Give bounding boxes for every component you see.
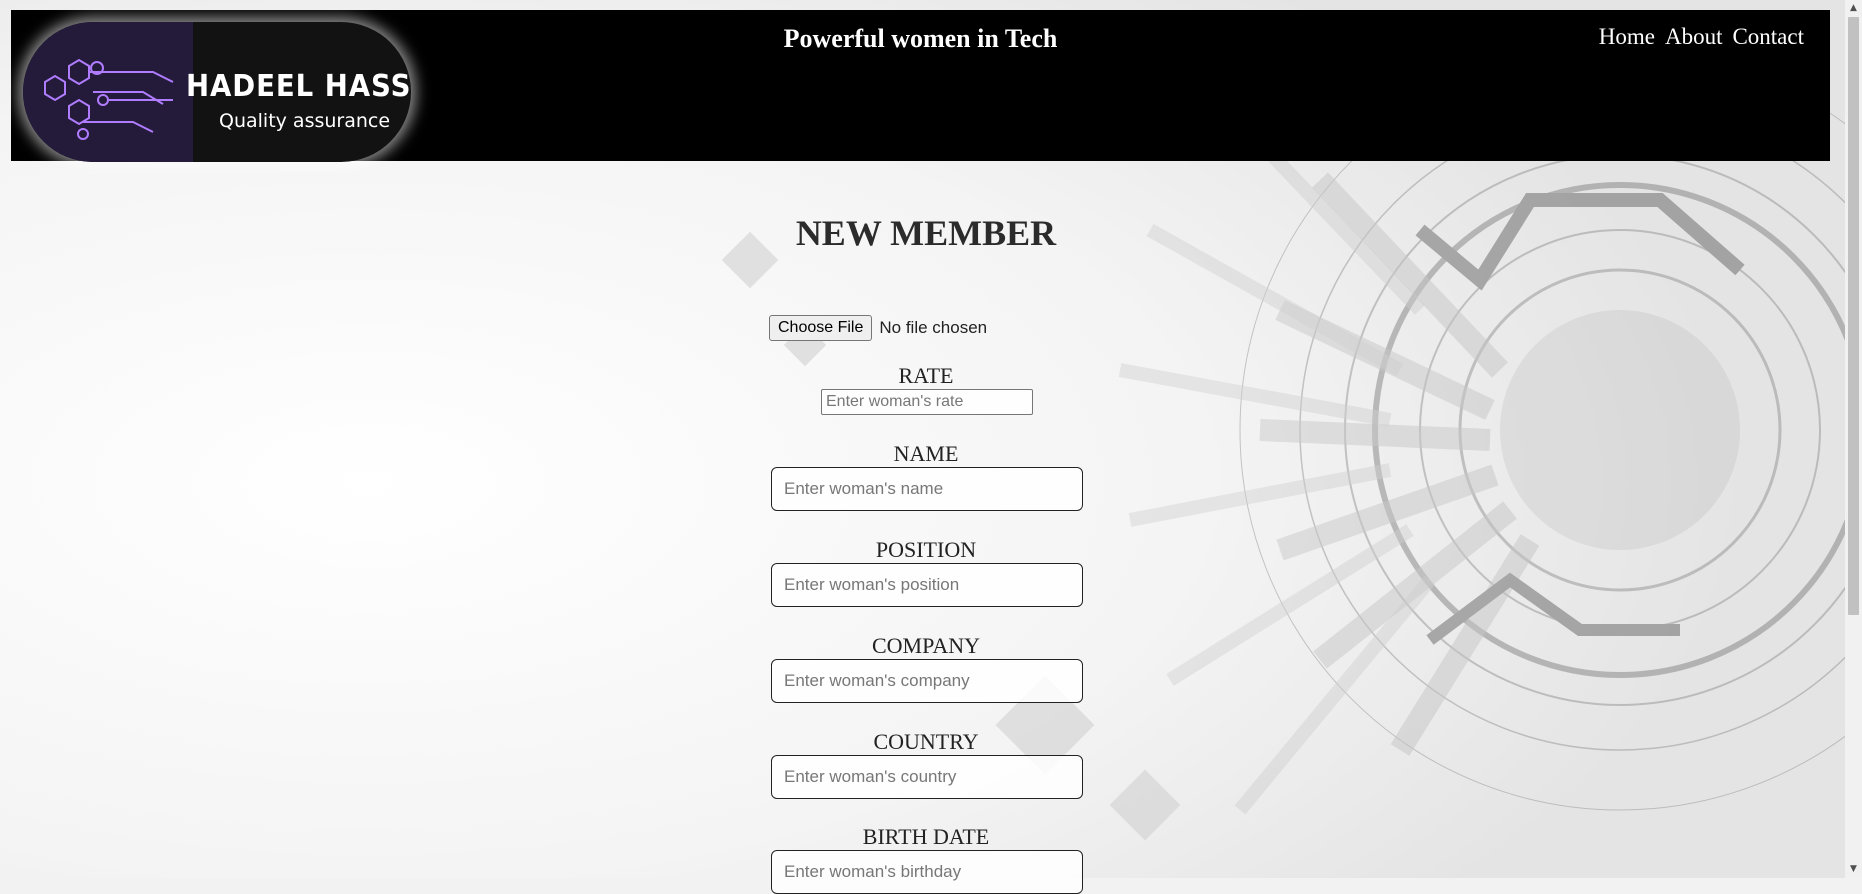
form-title: NEW MEMBER	[795, 213, 1057, 253]
nav-about-link[interactable]: About	[1665, 24, 1723, 50]
site-header: HADEEL HASSAN Quality assurance Powerful…	[11, 10, 1830, 162]
vertical-scrollbar[interactable]: ▲ ▼	[1845, 0, 1862, 878]
country-input[interactable]	[771, 755, 1083, 799]
company-input[interactable]	[771, 659, 1083, 703]
birth-date-input[interactable]	[771, 850, 1083, 894]
rate-input[interactable]	[821, 389, 1033, 415]
nav-contact-link[interactable]: Contact	[1732, 24, 1804, 50]
position-input[interactable]	[771, 563, 1083, 607]
country-label: COUNTRY	[873, 729, 979, 754]
logo-name: HADEEL HASSAN	[186, 69, 411, 104]
position-label: POSITION	[875, 537, 977, 562]
birth-date-label: BIRTH DATE	[862, 824, 990, 849]
new-member-form: NEW MEMBER Choose File No file chosen RA…	[656, 205, 1196, 894]
company-label: COMPANY	[871, 633, 980, 658]
name-input[interactable]	[771, 467, 1083, 511]
nav-home-link[interactable]: Home	[1599, 24, 1655, 50]
scrollbar-thumb[interactable]	[1848, 17, 1859, 615]
choose-file-button[interactable]: Choose File	[769, 315, 873, 341]
site-title: Powerful women in Tech	[783, 24, 1058, 53]
main-nav: Home About Contact	[1599, 24, 1804, 50]
triangle-down-icon[interactable]: ▼	[1845, 861, 1862, 878]
name-label: NAME	[893, 441, 959, 466]
file-status: No file chosen	[879, 318, 988, 337]
rate-label: RATE	[898, 363, 954, 388]
logo-subtitle: Quality assurance	[219, 110, 391, 132]
file-upload: Choose File No file chosen	[769, 315, 987, 341]
triangle-up-icon[interactable]: ▲	[1845, 0, 1862, 17]
